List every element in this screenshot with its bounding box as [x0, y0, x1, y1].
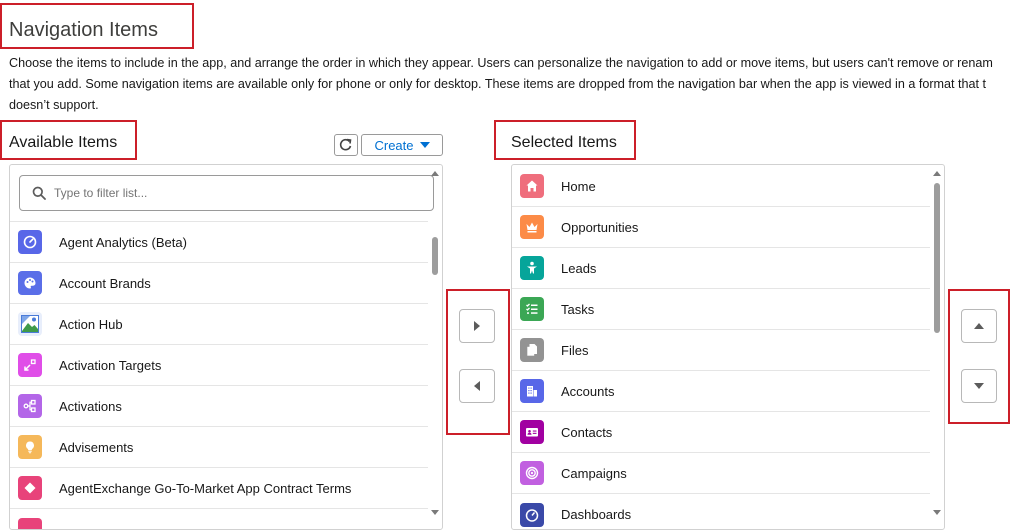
selected-items-title: Selected Items	[511, 134, 617, 151]
scroll-thumb[interactable]	[432, 237, 438, 275]
gauge-icon	[18, 230, 42, 254]
available-item-activations[interactable]: Activations	[10, 386, 428, 427]
nodes-icon	[18, 394, 42, 418]
arrow-down-icon	[974, 383, 984, 389]
diamond-icon	[18, 476, 42, 500]
available-item-partial	[10, 509, 428, 529]
available-item-agent-analytics[interactable]: Agent Analytics (Beta)	[10, 222, 428, 263]
selected-scrollbar[interactable]	[930, 165, 944, 529]
arrow-left-icon	[474, 381, 480, 391]
available-items: Agent Analytics (Beta) Account Brands Ac…	[10, 221, 428, 529]
description-line: Choose the items to include in the app, …	[9, 56, 993, 70]
item-label: Contacts	[561, 424, 613, 440]
building-icon	[520, 379, 544, 403]
search-icon	[32, 186, 46, 200]
selected-items-list: Home Opportunities Leads Tasks Files Acc…	[511, 164, 945, 530]
palette-icon	[18, 271, 42, 295]
target-arrows-icon	[18, 353, 42, 377]
filter-search-field[interactable]	[19, 175, 434, 211]
move-up-button[interactable]	[961, 309, 997, 343]
item-label: Campaigns	[561, 465, 627, 481]
target-icon	[520, 461, 544, 485]
selected-item-campaigns[interactable]: Campaigns	[512, 453, 930, 494]
available-item-activation-targets[interactable]: Activation Targets	[10, 345, 428, 386]
selected-item-tasks[interactable]: Tasks	[512, 289, 930, 330]
refresh-icon	[339, 138, 352, 151]
selected-item-contacts[interactable]: Contacts	[512, 412, 930, 453]
selected-item-accounts[interactable]: Accounts	[512, 371, 930, 412]
move-down-button[interactable]	[961, 369, 997, 403]
person-star-icon	[520, 256, 544, 280]
item-label: Files	[561, 342, 589, 358]
available-item-action-hub[interactable]: Action Hub	[10, 304, 428, 345]
available-item-agentexchange-contract-terms[interactable]: AgentExchange Go-To-Market App Contract …	[10, 468, 428, 509]
home-icon	[520, 174, 544, 198]
description-line: doesn’t support.	[9, 98, 99, 112]
available-items-list: Agent Analytics (Beta) Account Brands Ac…	[9, 164, 443, 530]
scroll-thumb[interactable]	[934, 183, 940, 333]
chevron-down-icon	[419, 142, 430, 148]
create-button[interactable]: Create	[361, 134, 443, 156]
item-label: Advisements	[59, 439, 134, 455]
arrow-right-icon	[474, 321, 480, 331]
selected-item-home[interactable]: Home	[512, 166, 930, 207]
refresh-button[interactable]	[334, 134, 358, 156]
description-line: that you add. Some navigation items are …	[9, 77, 987, 91]
item-label: Dashboards	[561, 507, 632, 522]
selected-item-dashboards[interactable]: Dashboards	[512, 494, 930, 529]
item-label: Opportunities	[561, 219, 639, 235]
scroll-down-arrow-icon[interactable]	[933, 510, 941, 515]
checklist-icon	[520, 297, 544, 321]
selected-items: Home Opportunities Leads Tasks Files Acc…	[512, 166, 930, 529]
item-label: Activation Targets	[59, 357, 162, 373]
item-label: Tasks	[561, 301, 595, 317]
page-description: Choose the items to include in the app, …	[9, 53, 1024, 116]
move-to-available-button[interactable]	[459, 369, 495, 403]
scroll-up-arrow-icon[interactable]	[933, 171, 941, 176]
dashboard-icon	[520, 502, 544, 527]
item-label: Account Brands	[59, 275, 151, 291]
item-label: Agent Analytics (Beta)	[59, 234, 187, 250]
scroll-up-arrow-icon[interactable]	[431, 171, 439, 176]
item-label: AgentExchange Go-To-Market App Contract …	[59, 480, 352, 496]
available-scrollbar[interactable]	[428, 165, 442, 529]
image-icon	[18, 312, 42, 336]
selected-item-leads[interactable]: Leads	[512, 248, 930, 289]
selected-item-files[interactable]: Files	[512, 330, 930, 371]
scroll-down-arrow-icon[interactable]	[431, 510, 439, 515]
item-label: Action Hub	[59, 316, 123, 332]
lightbulb-icon	[18, 435, 42, 459]
item-label: Activations	[59, 398, 122, 414]
available-item-account-brands[interactable]: Account Brands	[10, 263, 428, 304]
item-label: Leads	[561, 260, 597, 276]
page-title: Navigation Items	[9, 19, 158, 41]
crown-icon	[520, 215, 544, 239]
item-label: Home	[561, 178, 596, 194]
partial-item-icon	[18, 517, 42, 529]
move-to-selected-button[interactable]	[459, 309, 495, 343]
create-button-label: Create	[374, 137, 414, 153]
selected-item-opportunities[interactable]: Opportunities	[512, 207, 930, 248]
contact-card-icon	[520, 420, 544, 444]
available-item-advisements[interactable]: Advisements	[10, 427, 428, 468]
files-icon	[520, 338, 544, 362]
available-items-title: Available Items	[9, 134, 118, 151]
filter-search-input[interactable]	[54, 186, 414, 200]
arrow-up-icon	[974, 323, 984, 329]
item-label: Accounts	[561, 383, 615, 399]
